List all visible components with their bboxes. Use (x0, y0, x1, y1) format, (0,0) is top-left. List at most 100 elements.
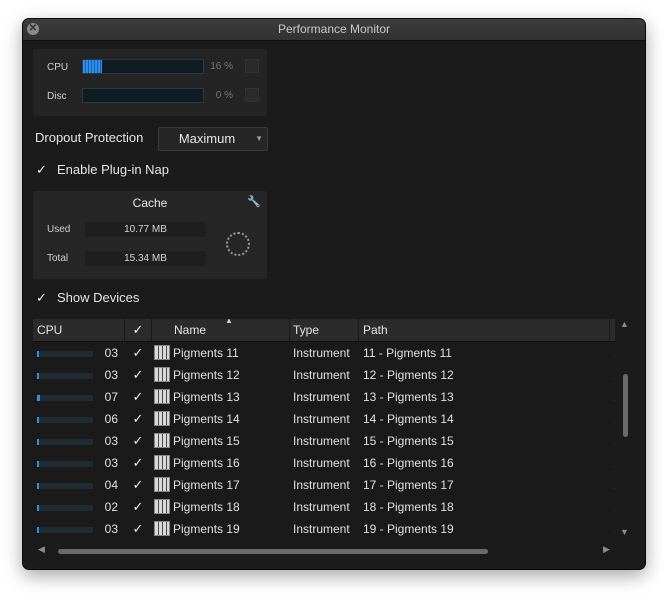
row-cpu-fill (37, 439, 39, 445)
scroll-left-arrow[interactable]: ◀ (38, 544, 45, 555)
row-path: 12 - Pigments 12 (363, 368, 454, 382)
row-path: 15 - Pigments 15 (363, 434, 454, 448)
row-path: 17 - Pigments 17 (363, 478, 454, 492)
row-cpu-bar (37, 439, 93, 445)
row-cpu-bar (37, 351, 93, 357)
row-cpu-bar (37, 461, 93, 467)
row-extra: 1 (614, 456, 615, 470)
row-cpu-bar (37, 395, 93, 401)
table-row[interactable]: 02 ✓ Pigments 18 Instrument 18 - Pigments 18… (33, 496, 615, 518)
row-type: Instrument (293, 412, 350, 426)
cpu-meter-bar (82, 59, 204, 74)
row-extra: 1 (614, 434, 615, 448)
row-cpu-value: 02 (104, 500, 118, 514)
row-name: Pigments 15 (173, 434, 240, 448)
scroll-right-arrow[interactable]: ▶ (603, 544, 610, 555)
row-cpu-fill (37, 373, 39, 379)
row-cpu-value: 03 (104, 368, 118, 382)
cache-total-value: 15.34 MB (85, 251, 206, 266)
show-devices-label: Show Devices (57, 290, 140, 305)
enable-plugin-nap-label: Enable Plug-in Nap (57, 162, 170, 177)
dropout-protection-value: Maximum (178, 131, 236, 146)
row-cpu-value: 03 (104, 456, 118, 470)
row-cpu-fill (37, 417, 39, 423)
row-path: 13 - Pigments 13 (363, 390, 454, 404)
table-row[interactable]: 03 ✓ Pigments 12 Instrument 12 - Pigments 12… (33, 364, 615, 386)
row-path: 11 - Pigments 11 (363, 346, 452, 360)
horizontal-scrollbar-thumb[interactable] (58, 549, 488, 554)
column-header-extra[interactable]: L (610, 319, 615, 341)
row-cpu-bar (37, 505, 93, 511)
row-extra: 1 (614, 368, 615, 382)
instrument-icon (154, 433, 170, 448)
row-path: 16 - Pigments 16 (363, 456, 454, 470)
row-enable-checkbox[interactable]: ✓ (131, 390, 145, 404)
show-devices-checkbox[interactable]: ✓ (35, 291, 48, 304)
row-enable-checkbox[interactable]: ✓ (131, 346, 145, 360)
scroll-up-arrow[interactable]: ▲ (620, 319, 629, 329)
instrument-icon (154, 389, 170, 404)
row-name: Pigments 18 (173, 500, 240, 514)
row-cpu-fill (37, 351, 39, 357)
table-row[interactable]: 06 ✓ Pigments 14 Instrument 14 - Pigments 14… (33, 408, 615, 430)
disc-meter-bar (82, 88, 204, 103)
column-header-type[interactable]: Type (290, 319, 359, 341)
table-row[interactable]: 03 ✓ Pigments 16 Instrument 16 - Pigments 16… (33, 452, 615, 474)
devices-table: CPU ✓ Name ▲ Type Path L 03 ✓ Pigments 11 I… (33, 319, 615, 541)
vertical-scrollbar-thumb[interactable] (623, 374, 628, 437)
row-type: Instrument (293, 346, 350, 360)
table-row[interactable]: 03 ✓ Pigments 11 Instrument 11 - Pigments 11… (33, 342, 615, 364)
column-header-name-label: Name (174, 323, 207, 337)
cpu-meter-label: CPU (47, 62, 69, 73)
instrument-icon (154, 499, 170, 514)
row-cpu-fill (37, 483, 39, 489)
row-cpu-value: 06 (104, 412, 118, 426)
row-enable-checkbox[interactable]: ✓ (131, 412, 145, 426)
instrument-icon (154, 345, 170, 360)
row-name: Pigments 11 (173, 346, 239, 360)
performance-meters-panel: CPU 16 % Disc 0 % (33, 49, 267, 116)
row-cpu-value: 04 (104, 478, 118, 492)
cpu-meter-value: 16 % (210, 61, 233, 72)
header-checkbox[interactable]: ✓ (131, 323, 145, 337)
title-bar: ✕ Performance Monitor (23, 19, 645, 41)
column-header-path[interactable]: Path (359, 319, 610, 341)
column-header-enable[interactable]: ✓ (125, 319, 152, 341)
cache-total-label: Total (47, 253, 69, 264)
row-name: Pigments 13 (173, 390, 240, 404)
table-row[interactable]: 03 ✓ Pigments 19 Instrument 19 - Pigments 19… (33, 518, 615, 540)
row-type: Instrument (293, 434, 350, 448)
row-enable-checkbox[interactable]: ✓ (131, 478, 145, 492)
table-row[interactable]: 04 ✓ Pigments 17 Instrument 17 - Pigments 17… (33, 474, 615, 496)
scroll-down-arrow[interactable]: ▼ (620, 527, 629, 537)
row-type: Instrument (293, 456, 350, 470)
row-cpu-bar (37, 373, 93, 379)
dropout-protection-select[interactable]: Maximum ▼ (158, 127, 268, 151)
cache-title: Cache (132, 196, 168, 210)
row-enable-checkbox[interactable]: ✓ (131, 500, 145, 514)
row-enable-checkbox[interactable]: ✓ (131, 368, 145, 382)
cpu-overload-indicator (245, 59, 259, 73)
table-row[interactable]: 07 ✓ Pigments 13 Instrument 13 - Pigments 13… (33, 386, 615, 408)
performance-monitor-window: ✕ Performance Monitor CPU 16 % Disc 0 % … (22, 18, 646, 570)
disc-meter-label: Disc (47, 91, 67, 102)
wrench-icon[interactable]: 🔧 (247, 195, 261, 208)
row-type: Instrument (293, 368, 350, 382)
column-header-cpu[interactable]: CPU (33, 319, 125, 341)
row-enable-checkbox[interactable]: ✓ (131, 456, 145, 470)
instrument-icon (154, 521, 170, 536)
table-header: CPU ✓ Name ▲ Type Path L (33, 319, 615, 342)
row-path: 19 - Pigments 19 (363, 522, 454, 536)
cache-used-value: 10.77 MB (85, 222, 206, 237)
disc-overload-indicator (245, 88, 259, 102)
row-cpu-bar (37, 417, 93, 423)
row-enable-checkbox[interactable]: ✓ (131, 434, 145, 448)
row-name: Pigments 12 (173, 368, 240, 382)
row-enable-checkbox[interactable]: ✓ (131, 522, 145, 536)
cpu-meter-fill (83, 60, 102, 73)
enable-plugin-nap-checkbox[interactable]: ✓ (35, 163, 48, 176)
table-row[interactable]: 03 ✓ Pigments 15 Instrument 15 - Pigments 15… (33, 430, 615, 452)
row-name: Pigments 14 (173, 412, 240, 426)
row-name: Pigments 19 (173, 522, 240, 536)
column-header-name[interactable]: Name (152, 319, 290, 341)
